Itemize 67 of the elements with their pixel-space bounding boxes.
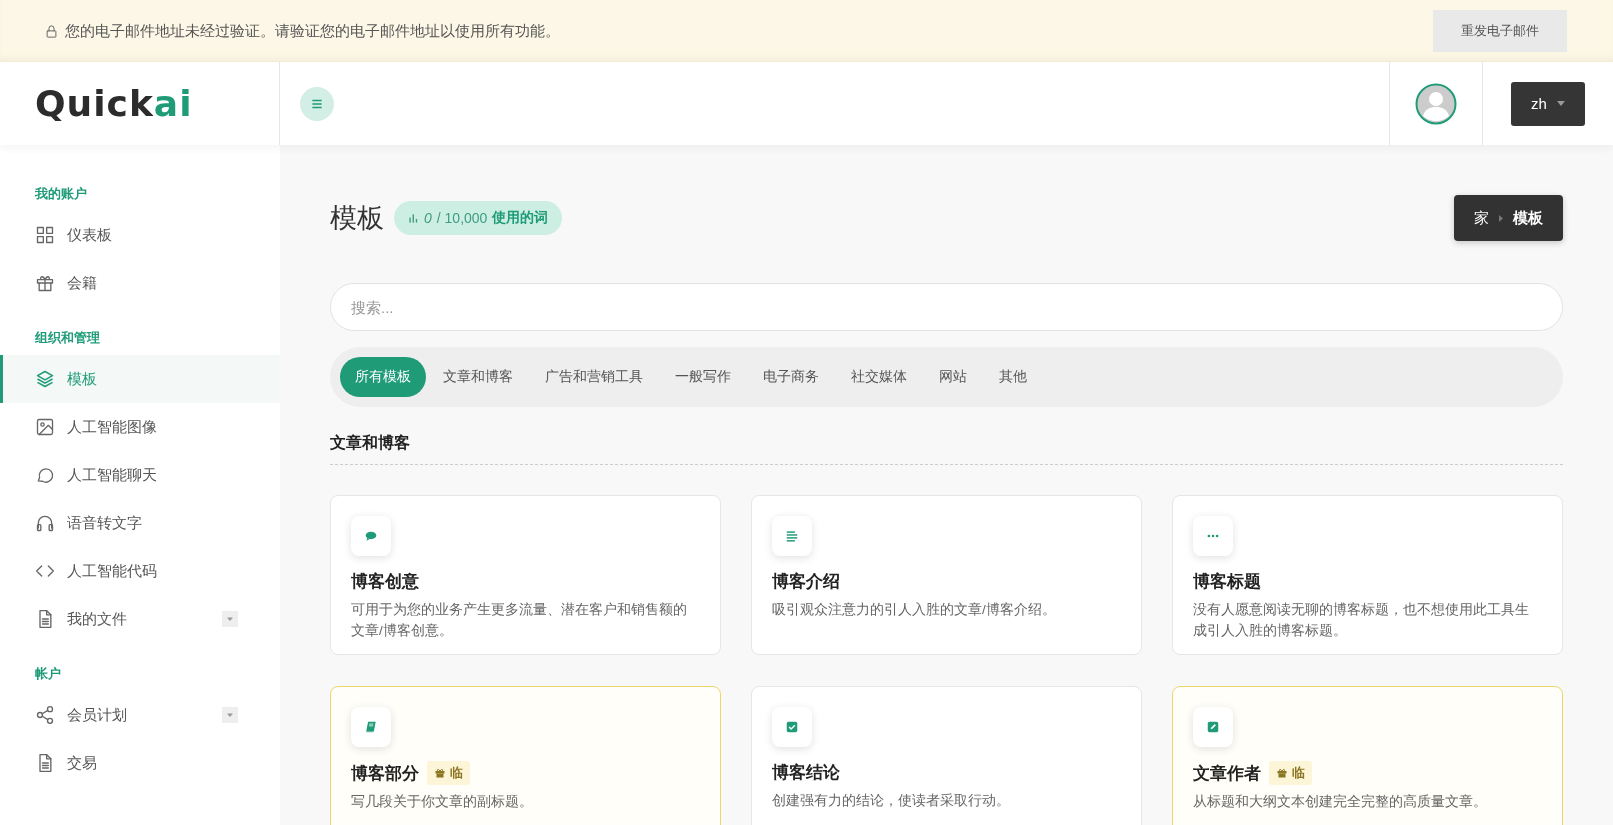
sidebar-item[interactable]: 会籍 <box>0 259 280 307</box>
sidebar-item[interactable]: 人工智能聊天 <box>0 451 280 499</box>
category-tab[interactable]: 社交媒体 <box>836 357 922 397</box>
template-card[interactable]: 博客介绍 吸引观众注意力的引人入胜的文章/博客介绍。 <box>751 495 1142 655</box>
section-heading: 文章和博客 <box>330 433 1563 465</box>
speech-bubble-icon <box>364 529 378 543</box>
sidebar-item[interactable]: 语音转文字 <box>0 499 280 547</box>
image-icon <box>35 417 55 437</box>
verification-message: 您的电子邮件地址未经过验证。请验证您的电子邮件地址以使用所有功能。 <box>65 21 560 41</box>
card-description: 从标题和大纲文本创建完全完整的高质量文章。 <box>1193 793 1488 811</box>
premium-badge: 临 <box>1269 761 1312 785</box>
sidebar-section-heading: 帐户 <box>34 665 62 683</box>
category-tab[interactable]: 网站 <box>924 357 982 397</box>
menu-button[interactable] <box>300 86 334 121</box>
template-card[interactable]: 博客部分 临 写几段关于你文章的副标题。 <box>330 686 721 825</box>
card-title: 文章作者 <box>1193 762 1261 785</box>
premium-badge: 临 <box>427 761 470 785</box>
sidebar-item[interactable]: 我的文件 <box>0 595 280 643</box>
category-tab[interactable]: 其他 <box>984 357 1042 397</box>
language-dropdown[interactable]: zh <box>1511 81 1585 126</box>
chat-bubble-icon <box>35 465 55 485</box>
pencil-square-icon <box>1206 720 1220 734</box>
category-tab[interactable]: 一般写作 <box>660 357 746 397</box>
word-usage-badge: 0 / 10,000 使用的词 <box>394 201 563 235</box>
lock-icon <box>44 23 59 39</box>
share-icon <box>35 705 55 725</box>
grid-icon <box>35 225 55 245</box>
template-card[interactable]: 博客标题 没有人愿意阅读无聊的博客标题，也不想使用此工具生成引人入胜的博客标题。 <box>1172 495 1563 655</box>
card-title: 博客标题 <box>1193 571 1261 593</box>
quickai-logo: Quickai <box>35 83 193 124</box>
sidebar-item[interactable]: 会员计划 <box>0 691 280 739</box>
avatar-icon[interactable] <box>1415 82 1457 125</box>
text-lines-icon <box>785 529 799 543</box>
card-title: 博客结论 <box>772 762 840 784</box>
resend-email-button[interactable]: 重发电子邮件 <box>1433 10 1567 52</box>
sidebar-item[interactable]: 人工智能代码 <box>0 547 280 595</box>
sidebar-item[interactable]: 交易 <box>0 739 280 787</box>
card-title: 博客介绍 <box>772 571 840 593</box>
sidebar-item[interactable]: 仪表板 <box>0 211 280 259</box>
card-description: 没有人愿意阅读无聊的博客标题，也不想使用此工具生成引人入胜的博客标题。 <box>1193 601 1530 640</box>
search-field[interactable]: 搜索... <box>330 283 1563 331</box>
category-tab[interactable]: 电子商务 <box>748 357 834 397</box>
card-description: 创建强有力的结论，使读者采取行动。 <box>772 792 1011 810</box>
book-icon <box>364 720 378 734</box>
template-card[interactable]: 博客创意 可用于为您的业务产生更多流量、潜在客户和销售额的文章/博客创意。 <box>330 495 721 655</box>
category-tab[interactable]: 文章和博客 <box>428 357 528 397</box>
card-description: 写几段关于你文章的副标题。 <box>351 793 534 811</box>
sidebar-section-heading: 组织和管理 <box>34 329 101 347</box>
template-card[interactable]: 博客结论 创建强有力的结论，使读者采取行动。 <box>751 686 1142 825</box>
breadcrumb-item[interactable]: 家 <box>1474 208 1489 228</box>
breadcrumb-item: 模板 <box>1513 208 1543 228</box>
caret-icon <box>1556 101 1565 106</box>
page-title: 模板 <box>330 202 384 235</box>
headphones-icon <box>35 513 55 533</box>
chevron-icon <box>1499 214 1503 222</box>
card-title: 博客部分 <box>351 762 419 785</box>
checkbox-icon <box>785 720 799 734</box>
gift-icon <box>35 273 55 293</box>
card-description: 吸引观众注意力的引人入胜的文章/博客介绍。 <box>772 601 1057 619</box>
layers-icon <box>35 369 55 389</box>
category-tab[interactable]: 广告和营销工具 <box>530 357 658 397</box>
card-title: 博客创意 <box>351 571 419 593</box>
bar-chart-icon <box>408 212 419 224</box>
sidebar-item[interactable]: 人工智能图像 <box>0 403 280 451</box>
card-description: 可用于为您的业务产生更多流量、潜在客户和销售额的文章/博客创意。 <box>351 601 688 640</box>
sidebar-section-heading: 我的账户 <box>34 185 88 203</box>
template-card[interactable]: 文章作者 临 从标题和大纲文本创建完全完整的高质量文章。 <box>1172 686 1563 825</box>
